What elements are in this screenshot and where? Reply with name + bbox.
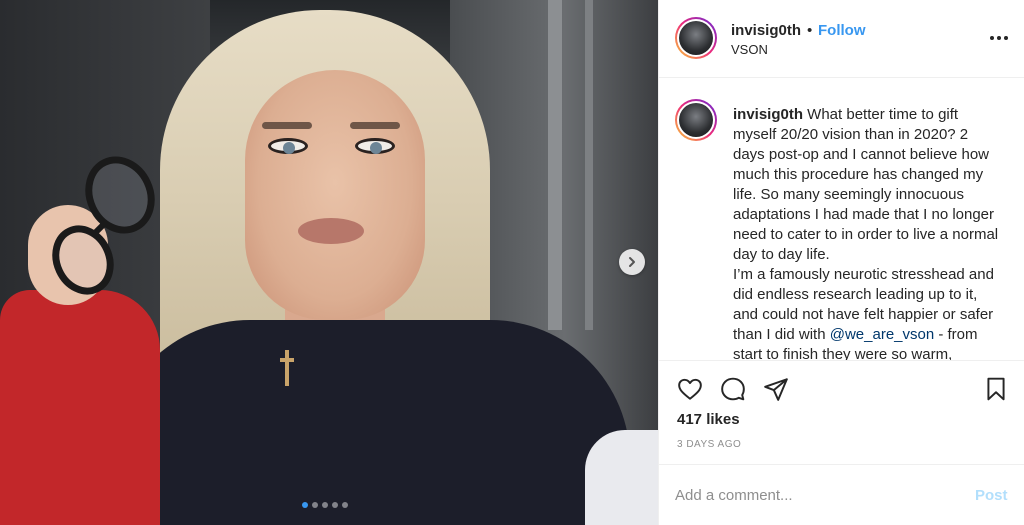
person-lips [298, 218, 364, 244]
more-options-icon[interactable] [987, 30, 1011, 46]
avatar[interactable] [675, 99, 717, 141]
post-timestamp: 3 DAYS AGO [677, 439, 742, 450]
carousel-dot [342, 502, 348, 508]
post-photo[interactable] [0, 0, 658, 525]
person-face [245, 70, 425, 320]
person-eyebrow [350, 122, 400, 129]
carousel-dot [322, 502, 328, 508]
avatar[interactable] [675, 17, 717, 59]
heart-icon [678, 378, 702, 400]
carousel-next-button[interactable] [619, 249, 645, 275]
share-button[interactable] [762, 375, 790, 403]
carousel-dot [332, 502, 338, 508]
person-red-sleeve [0, 290, 160, 525]
post-caption: invisig0th What better time to gift myse… [733, 105, 1003, 360]
background-door-frame [585, 0, 593, 330]
background-door-frame [548, 0, 562, 330]
caption-text: What better time to gift myself 20/20 vi… [733, 106, 999, 263]
chevron-right-icon [629, 257, 635, 267]
person-eye [268, 138, 308, 154]
likes-count[interactable]: 417 likes [677, 411, 740, 428]
person-shirt [110, 320, 630, 525]
like-button[interactable] [676, 375, 704, 403]
cross-necklace [280, 350, 294, 386]
bookmark-icon [987, 377, 1005, 401]
follow-button[interactable]: Follow [818, 22, 866, 39]
eyeglasses [52, 156, 155, 295]
post-actions: 417 likes 3 DAYS AGO Post [659, 360, 1024, 525]
post-comment-button[interactable]: Post [975, 487, 1008, 504]
carousel-dot [312, 502, 318, 508]
comment-bubble-icon [721, 377, 745, 401]
caption-username-link[interactable]: invisig0th [733, 106, 803, 123]
comment-input[interactable] [675, 483, 945, 507]
paper-plane-icon [764, 378, 788, 401]
carousel-dot [302, 502, 308, 508]
comments-section: invisig0th What better time to gift myse… [659, 79, 1024, 360]
separator-dot: • [807, 22, 813, 39]
comment-button[interactable] [719, 375, 747, 403]
white-sleeve [585, 430, 658, 525]
post-details-panel: invisig0th • Follow VSON invisig0th What… [658, 0, 1024, 525]
person-eye [355, 138, 395, 154]
post-header: invisig0th • Follow VSON [659, 0, 1024, 78]
username-link[interactable]: invisig0th [731, 22, 801, 39]
carousel-indicator [302, 502, 348, 508]
person-eyebrow [262, 122, 312, 129]
location-link[interactable]: VSON [731, 42, 768, 57]
save-button[interactable] [982, 375, 1010, 403]
add-comment-bar: Post [659, 464, 1024, 525]
mention-link[interactable]: @we_are_vson [830, 326, 934, 343]
